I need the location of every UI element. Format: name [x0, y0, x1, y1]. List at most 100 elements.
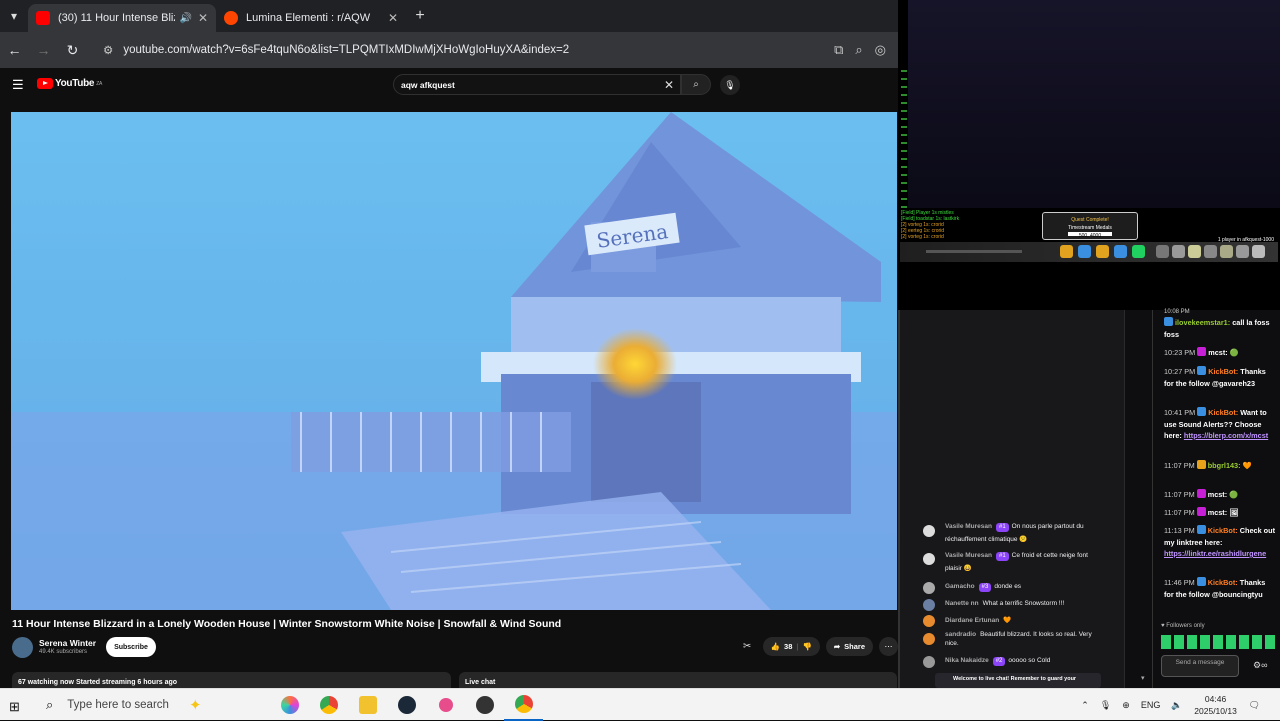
voice-search-icon[interactable]: 🎙 — [720, 75, 740, 95]
subscribe-button[interactable]: Subscribe — [106, 637, 156, 657]
menu-slot-icon[interactable] — [1156, 245, 1169, 258]
file-explorer-icon[interactable] — [348, 689, 387, 721]
language-indicator[interactable]: ENG — [1141, 700, 1161, 710]
emote-bar[interactable] — [1161, 635, 1276, 649]
notification-icon[interactable]: 🗨 — [1249, 700, 1260, 711]
badge-icon — [1197, 407, 1207, 416]
chat-user[interactable]: ilovekeemstar1: — [1175, 318, 1230, 327]
taskbar-search[interactable]: ⌕ Type here to search ✦ — [38, 689, 260, 721]
search-input[interactable]: aqw afkquest ✕ — [393, 74, 681, 95]
tracking-protection-icon[interactable]: ◎ — [875, 42, 886, 58]
site-info-icon[interactable]: ⚙ — [103, 43, 113, 57]
skill-slot-icon[interactable] — [1132, 245, 1145, 258]
chat-user[interactable]: mcst: — [1208, 490, 1227, 499]
skill-slot-icon[interactable] — [1096, 245, 1109, 258]
menu-slot-icon[interactable] — [1252, 245, 1265, 258]
youtube-logo[interactable]: YouTube ZA — [37, 78, 102, 89]
network-icon[interactable]: ⊕ — [1122, 700, 1130, 711]
volume-icon[interactable]: 🔈 — [1171, 700, 1182, 711]
tab-title: (30) 11 Hour Intense Blizza — [58, 12, 175, 24]
chat-user[interactable]: mcst: — [1208, 508, 1227, 517]
clear-search-icon[interactable]: ✕ — [658, 78, 680, 92]
channel-avatar[interactable] — [12, 637, 33, 658]
zoom-icon[interactable]: ⌕ — [855, 42, 862, 58]
thumbs-down-icon[interactable]: 👎 — [803, 642, 812, 651]
menu-slot-icon[interactable] — [1172, 245, 1185, 258]
chat-settings-icon[interactable]: ⚙∞ — [1253, 660, 1267, 671]
channel-name[interactable]: Serena Winter — [39, 638, 96, 648]
search-button[interactable]: ⌕ — [681, 74, 711, 95]
clock-time: 04:46 — [1204, 694, 1227, 704]
chat-message: Nika Nakaidze #2 ooooo so Cold — [945, 654, 1105, 667]
chrome-active-icon[interactable] — [504, 689, 543, 721]
copilot-icon[interactable] — [270, 689, 309, 721]
install-app-icon[interactable]: ⧉ — [834, 42, 843, 58]
skill-slot-icon[interactable] — [1078, 245, 1091, 258]
more-actions-icon[interactable]: ⋯ — [879, 637, 898, 656]
forward-icon[interactable]: → — [29, 42, 58, 58]
member-badge: #2 — [992, 657, 1006, 666]
game-window[interactable]: [Field] Player 1s mistles [Field] toadst… — [898, 0, 1280, 310]
tab-youtube[interactable]: (30) 11 Hour Intense Blizza 🔊 ✕ — [28, 4, 216, 32]
clip-icon[interactable]: ✂ — [738, 637, 757, 656]
send-message-input[interactable]: Send a message — [1161, 655, 1239, 677]
chat-user[interactable]: Vasile Muresan — [945, 552, 992, 559]
youtube-page: ☰ YouTube ZA aqw afkquest ✕ ⌕ 🎙 Serena 1… — [0, 68, 898, 688]
video-title: 11 Hour Intense Blizzard in a Lonely Woo… — [12, 618, 562, 630]
clock[interactable]: 04:46 2025/10/13 — [1194, 693, 1238, 717]
chat-avatar — [923, 525, 935, 537]
chat-user[interactable]: KickBot: — [1208, 578, 1238, 587]
chat-user[interactable]: mcst: — [1208, 348, 1227, 357]
menu-slot-icon[interactable] — [1188, 245, 1201, 258]
chat-user[interactable]: Nika Nakaidze — [945, 657, 989, 664]
live-chat-header[interactable]: Live chat — [459, 672, 897, 688]
chat-message: Vasile Muresan #1 Ce froid et cette neige … — [945, 549, 1105, 575]
skill-slot-icon[interactable] — [1060, 245, 1073, 258]
share-button[interactable]: ➦ Share — [825, 637, 873, 656]
windows-taskbar: ⊞ ⌕ Type here to search ✦ ⌃ 🎙 ⊕ ENG 🔈 04… — [0, 688, 1280, 721]
close-tab-icon[interactable]: ✕ — [388, 11, 398, 25]
game-app-icon[interactable] — [465, 689, 504, 721]
chat-user[interactable]: bbgrl143: — [1208, 461, 1241, 470]
snipping-tool-icon[interactable] — [426, 689, 465, 721]
video-frame: Serena — [11, 112, 897, 610]
chat-user[interactable]: Diardane Ertunan — [945, 617, 999, 624]
tray-chevron-icon[interactable]: ⌃ — [1081, 700, 1089, 711]
chat-message: Diardane Ertunan 🧡 — [945, 614, 1105, 627]
chevron-down-icon[interactable]: ▾ — [1141, 674, 1145, 682]
like-button[interactable]: 👍 38 | 👎 — [762, 637, 820, 656]
close-tab-icon[interactable]: ✕ — [198, 11, 208, 25]
chat-entry: 10:23 PM mcst: 🟢 — [1164, 347, 1276, 359]
menu-slot-icon[interactable] — [1220, 245, 1233, 258]
address-bar[interactable]: ⚙ youtube.com/watch?v=6sFe4tquN6o&list=T… — [95, 37, 826, 63]
menu-slot-icon[interactable] — [1204, 245, 1217, 258]
chat-link[interactable]: https://blerp.com/x/mcst — [1184, 431, 1268, 440]
chrome-icon[interactable] — [309, 689, 348, 721]
chat-user[interactable]: Gamacho — [945, 583, 975, 590]
microphone-icon[interactable]: 🎙 — [1100, 700, 1111, 711]
chat-user[interactable]: Vasile Muresan — [945, 523, 992, 530]
chat-user[interactable]: KickBot: — [1208, 367, 1238, 376]
tab-search-chevron-icon[interactable]: ▾ — [0, 0, 28, 32]
tab-title: Lumina Elementi : r/AQW — [246, 12, 371, 24]
chat-user[interactable]: KickBot: — [1208, 408, 1238, 417]
chat-user[interactable]: KickBot: — [1208, 526, 1238, 535]
steam-icon[interactable] — [387, 689, 426, 721]
chat-text: 🟢 — [1229, 490, 1239, 499]
chat-user[interactable]: Nanette nn — [945, 600, 979, 607]
menu-icon[interactable]: ☰ — [12, 77, 24, 93]
description-box[interactable]: 67 watching now Started streaming 6 hour… — [12, 672, 451, 688]
chat-user[interactable]: sandradio — [945, 631, 976, 638]
badge-icon — [1196, 525, 1206, 534]
audio-playing-icon[interactable]: 🔊 — [179, 13, 191, 24]
windows-start-icon[interactable]: ⊞ — [9, 699, 20, 715]
new-tab-button[interactable]: + — [406, 7, 434, 25]
video-player[interactable]: Serena — [11, 112, 897, 610]
menu-slot-icon[interactable] — [1236, 245, 1249, 258]
tab-reddit[interactable]: Lumina Elementi : r/AQW ✕ — [216, 4, 406, 32]
chat-link[interactable]: https://linktr.ee/rashidlurgene — [1164, 549, 1266, 558]
reload-icon[interactable]: ↻ — [58, 42, 87, 59]
skill-slot-icon[interactable] — [1114, 245, 1127, 258]
chat-text: 🟢 — [1229, 348, 1239, 357]
back-icon[interactable]: ← — [0, 42, 29, 58]
